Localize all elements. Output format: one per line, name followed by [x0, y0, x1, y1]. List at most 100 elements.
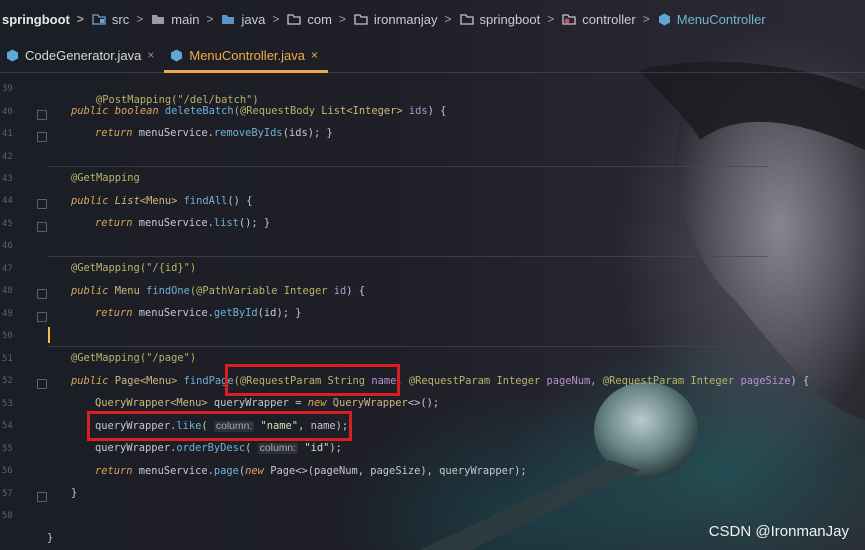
code-line: public List<Menu> findAll() { [71, 195, 252, 207]
package-icon [287, 14, 301, 25]
chevron-right-icon: > [642, 12, 650, 26]
keyword-token: new [245, 465, 271, 477]
type-token: QueryWrapper<Menu> [95, 397, 208, 409]
breadcrumb-item-controller[interactable]: controller > [562, 12, 657, 27]
code-line: return menuService.list(); } [95, 217, 270, 229]
string-token: "id" [298, 442, 330, 454]
annotation-token: @RequestParam Integer [408, 375, 547, 387]
code-line: @GetMapping("/page") [71, 352, 196, 364]
method-call-token: list [213, 217, 239, 229]
method-name-token: findOne [146, 285, 190, 297]
breadcrumb-item-src[interactable]: src > [92, 12, 151, 27]
text-cursor [48, 327, 50, 343]
chevron-right-icon: > [272, 12, 280, 26]
type-token: List [321, 105, 347, 117]
annotation-token: @GetMapping("/{id}") [71, 262, 197, 274]
code-line: return menuService.page(new Page<>(pageN… [95, 465, 527, 477]
code-text: menuService. [138, 465, 214, 477]
annotation-token: (@RequestBody [233, 105, 322, 117]
editor-tabs: CodeGenerator.java × MenuController.java… [0, 38, 865, 73]
chevron-right-icon: > [206, 12, 214, 26]
java-class-icon [171, 49, 183, 61]
close-icon[interactable]: × [311, 48, 318, 62]
highlight-box-like-query [87, 411, 352, 441]
breadcrumb-label: controller [582, 11, 636, 27]
type-token: <Menu> [139, 195, 184, 207]
java-class-icon [7, 49, 18, 61]
breadcrumb-label: springboot [2, 11, 70, 27]
chevron-right-icon: > [444, 12, 452, 26]
code-line: return menuService.removeByIds(ids); } [95, 127, 333, 139]
keyword-token: return [95, 217, 139, 229]
tab-menucontroller[interactable]: MenuController.java × [164, 38, 328, 73]
watermark-text: CSDN @IronmanJay [708, 523, 849, 540]
code-text: ) { [790, 375, 810, 387]
code-editor[interactable]: @PostMapping("/del/batch") public boolea… [0, 72, 865, 550]
breadcrumb-item-main[interactable]: main > [151, 12, 221, 27]
close-icon[interactable]: × [147, 48, 154, 62]
annotation-token: @GetMapping("/page") [71, 352, 197, 364]
code-line: } [47, 532, 53, 544]
code-text: queryWrapper = [207, 397, 308, 409]
chevron-right-icon: > [76, 12, 84, 26]
code-line: return menuService.getById(id); } [95, 307, 301, 319]
code-text: (ids); } [282, 127, 333, 139]
keyword-token: new [307, 397, 333, 409]
code-line: public Menu findOne(@PathVariable Intege… [71, 285, 365, 297]
parameter-token: ids [408, 105, 428, 117]
annotation-token: @GetMapping [71, 172, 140, 184]
java-class-icon [658, 13, 670, 25]
method-call-token: orderByDesc [176, 442, 246, 454]
code-text: } [71, 487, 78, 499]
code-line: QueryWrapper<Menu> queryWrapper = new Qu… [95, 397, 439, 409]
keyword-token: return [95, 307, 139, 319]
code-text: menuService. [138, 307, 214, 319]
breadcrumb-item-java[interactable]: java > [221, 12, 287, 27]
code-text: Page<>(pageNum, pageSize), queryWrapper)… [270, 465, 527, 477]
method-name-token: deleteBatch [164, 105, 234, 117]
code-text: menuService. [138, 217, 214, 229]
parameter-token: pageSize [740, 375, 791, 387]
code-line: } [71, 487, 77, 499]
code-text: (); } [238, 217, 271, 229]
tab-label: MenuController.java [189, 47, 305, 63]
method-call-token: getById [213, 307, 258, 319]
type-token: Page<Menu> [114, 375, 184, 387]
breadcrumb-item-menucontroller[interactable]: MenuController [658, 12, 766, 27]
breadcrumb-item-project[interactable]: springboot > [0, 12, 92, 27]
method-call-token: removeByIds [213, 127, 283, 139]
folder-icon [152, 15, 165, 24]
parameter-hint: column: [257, 443, 299, 454]
breadcrumb-label: MenuController [676, 11, 766, 27]
code-text: menuService. [138, 127, 214, 139]
breadcrumb-label: com [307, 11, 332, 27]
folder-icon [222, 15, 235, 24]
package-icon [459, 14, 474, 25]
type-token: QueryWrapper [332, 397, 408, 409]
keyword-token: public [71, 285, 115, 297]
highlight-box-requestparam-name [225, 364, 400, 396]
breadcrumb-label: springboot [479, 11, 541, 27]
parameter-token: pageNum [546, 375, 591, 387]
code-text: ) { [427, 105, 447, 117]
breadcrumb-label: java [241, 11, 266, 27]
chevron-right-icon: > [547, 12, 555, 26]
tab-codegenerator[interactable]: CodeGenerator.java × [0, 38, 164, 72]
code-text: <>(); [407, 397, 440, 409]
code-text: } [47, 532, 54, 544]
type-token: Menu [114, 285, 147, 297]
breadcrumb-item-ironmanjay[interactable]: ironmanjay > [354, 12, 460, 27]
breadcrumb: springboot > src > main > java > com > ironma… [0, 0, 865, 38]
code-text: () { [227, 195, 253, 207]
type-token: <Integer> [346, 105, 409, 117]
code-line: queryWrapper.orderByDesc( column: "id"); [95, 442, 342, 454]
breadcrumb-item-com[interactable]: com > [287, 12, 354, 27]
annotation-token: , @RequestParam Integer [590, 375, 741, 387]
breadcrumb-label: ironmanjay [373, 11, 438, 27]
code-line: public boolean deleteBatch(@RequestBody … [71, 105, 446, 117]
breadcrumb-item-springboot[interactable]: springboot > [459, 11, 563, 27]
keyword-token: public [71, 195, 115, 207]
keyword-token: return [95, 127, 139, 139]
chevron-right-icon: > [338, 12, 346, 26]
keyword-token: return [95, 465, 139, 477]
